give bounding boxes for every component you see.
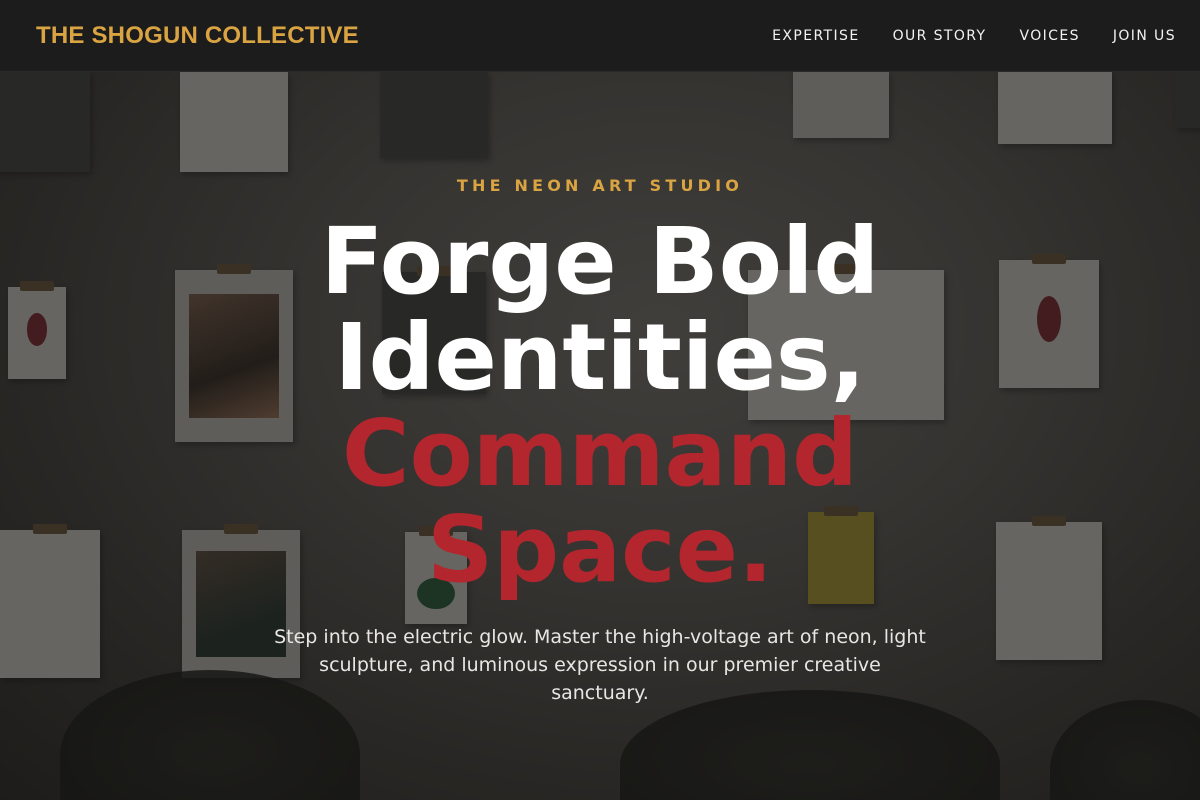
headline-line-2: Identities,: [334, 304, 866, 411]
hero-headline: Forge Bold Identities, Command Space.: [0, 214, 1200, 598]
hero-content: THE NEON ART STUDIO Forge Bold Identitie…: [0, 72, 1200, 800]
nav-link-expertise[interactable]: EXPERTISE: [772, 28, 859, 44]
nav-link-join-us[interactable]: JOIN US: [1113, 28, 1176, 44]
top-navbar: THE SHOGUN COLLECTIVE EXPERTISE OUR STOR…: [0, 0, 1200, 72]
nav-links: EXPERTISE OUR STORY VOICES JOIN US: [772, 28, 1176, 44]
brand-logo[interactable]: THE SHOGUN COLLECTIVE: [36, 22, 359, 50]
hero-eyebrow: THE NEON ART STUDIO: [456, 176, 744, 195]
headline-line-1: Forge Bold: [320, 208, 880, 315]
hero-subtext: Step into the electric glow. Master the …: [274, 626, 926, 704]
nav-link-voices[interactable]: VOICES: [1019, 28, 1079, 44]
nav-link-our-story[interactable]: OUR STORY: [893, 28, 987, 44]
headline-line-4: Space.: [426, 496, 774, 603]
headline-line-3: Command: [342, 400, 858, 507]
